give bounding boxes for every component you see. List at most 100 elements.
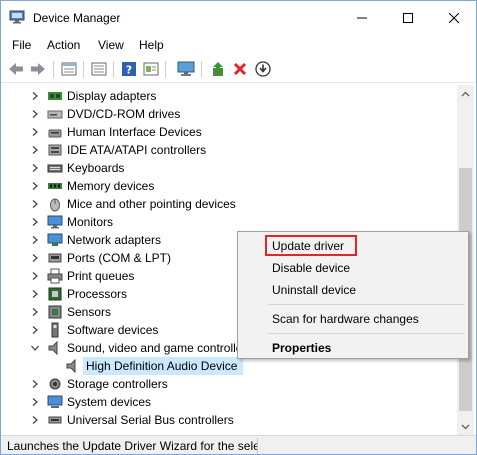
tree-item-high-definition-audio-device[interactable]: High Definition Audio Device	[1, 357, 457, 375]
toolbar-separator	[165, 61, 166, 78]
close-button[interactable]	[431, 1, 476, 34]
chevron-right-icon[interactable]	[30, 397, 40, 407]
chevron-right-icon[interactable]	[30, 307, 40, 317]
context-menu-scan-hardware[interactable]: Scan for hardware changes	[272, 312, 419, 326]
context-menu: Update driver Disable device Uninstall d…	[237, 231, 469, 359]
tree-item-system-devices[interactable]: System devices	[1, 393, 457, 411]
back-button[interactable]	[6, 59, 26, 79]
network-adapter-icon	[47, 233, 63, 246]
properties-sheet-icon	[61, 62, 77, 76]
tree-item-label: Human Interface Devices	[67, 125, 202, 139]
toolbar-separator	[53, 61, 54, 78]
chevron-right-icon[interactable]	[30, 163, 40, 173]
printer-icon	[47, 268, 63, 284]
speaker-icon	[48, 340, 58, 356]
chevron-right-icon[interactable]	[30, 199, 40, 209]
tree-item-mice[interactable]: Mice and other pointing devices	[1, 195, 457, 213]
tree-item-dvd-cd-rom-drives[interactable]: DVD/CD-ROM drives	[1, 105, 457, 123]
properties-sheet-button[interactable]	[59, 59, 79, 79]
sensor-icon	[48, 305, 62, 319]
chevron-right-icon[interactable]	[30, 253, 40, 263]
menu-file[interactable]: File	[12, 38, 31, 52]
chevron-right-icon[interactable]	[30, 181, 40, 191]
context-menu-uninstall-device[interactable]: Uninstall device	[272, 283, 356, 297]
context-menu-update-driver[interactable]: Update driver	[272, 239, 344, 253]
tree-item-label: Software devices	[67, 323, 159, 337]
tree-item-label: High Definition Audio Device	[86, 359, 238, 373]
device-manager-icon	[9, 10, 25, 24]
chevron-right-icon[interactable]	[30, 379, 40, 389]
memory-icon	[48, 183, 62, 189]
close-icon	[449, 12, 459, 23]
chevron-right-icon[interactable]	[30, 325, 40, 335]
processor-icon	[48, 287, 62, 301]
software-device-icon	[51, 322, 59, 338]
tree-item-label: Universal Serial Bus controllers	[67, 413, 234, 427]
chevron-right-icon[interactable]	[30, 289, 40, 299]
scroll-up-button[interactable]	[457, 85, 474, 102]
uninstall-icon	[233, 62, 247, 76]
status-separator	[257, 438, 258, 454]
toolbar: ?	[1, 56, 476, 83]
tree-item-ide-ata-atapi-controllers[interactable]: IDE ATA/ATAPI controllers	[1, 141, 457, 159]
console-button[interactable]	[89, 59, 109, 79]
chevron-down-icon	[461, 424, 470, 429]
status-bar: Launches the Update Driver Wizard for th…	[1, 435, 476, 454]
chevron-down-icon[interactable]	[30, 343, 40, 353]
tree-item-storage-controllers[interactable]: Storage controllers	[1, 375, 457, 393]
chevron-right-icon[interactable]	[30, 145, 40, 155]
context-menu-disable-device[interactable]: Disable device	[272, 261, 350, 275]
chevron-right-icon[interactable]	[30, 235, 40, 245]
tree-item-label: Processors	[67, 287, 128, 301]
chevron-right-icon[interactable]	[30, 415, 40, 425]
display-adapter-icon	[48, 92, 62, 100]
tree-item-human-interface-devices[interactable]: Human Interface Devices	[1, 123, 457, 141]
chevron-right-icon[interactable]	[30, 109, 40, 119]
chevron-up-icon	[461, 91, 470, 96]
menu-action[interactable]: Action	[47, 38, 80, 52]
status-text: Launches the Update Driver Wizard for th…	[7, 439, 257, 453]
chevron-right-icon[interactable]	[30, 271, 40, 281]
tree-item-label: Keyboards	[67, 161, 125, 175]
download-button[interactable]	[253, 59, 273, 79]
update-driver-button[interactable]	[208, 59, 228, 79]
chevron-right-icon[interactable]	[30, 127, 40, 137]
svg-text:?: ?	[126, 64, 132, 77]
keyboard-icon	[47, 164, 63, 173]
system-device-icon	[47, 395, 63, 408]
show-hidden-button[interactable]	[141, 59, 161, 79]
mouse-icon	[50, 198, 60, 212]
back-icon	[9, 63, 23, 75]
tree-item-display-adapters[interactable]: Display adapters	[1, 87, 457, 105]
toolbar-separator	[113, 61, 114, 78]
minimize-button[interactable]	[339, 1, 385, 34]
context-menu-properties[interactable]: Properties	[272, 341, 331, 355]
storage-controller-icon	[49, 378, 61, 390]
toolbar-separator	[201, 61, 202, 78]
tree-item-keyboards[interactable]: Keyboards	[1, 159, 457, 177]
tree-item-label: Display adapters	[67, 89, 157, 103]
tree-item-label: Network adapters	[67, 233, 162, 247]
monitor-scan-button[interactable]	[176, 59, 196, 79]
tree-item-label: Monitors	[67, 215, 114, 229]
monitor-icon	[47, 215, 63, 229]
maximize-button[interactable]	[385, 1, 431, 34]
scroll-down-button[interactable]	[457, 418, 474, 435]
tree-item-usb-controllers[interactable]: Universal Serial Bus controllers	[1, 411, 457, 429]
tree-item-memory-devices[interactable]: Memory devices	[1, 177, 457, 195]
uninstall-button[interactable]	[230, 59, 250, 79]
tree-item-monitors[interactable]: Monitors	[1, 213, 457, 231]
monitor-scan-icon	[177, 61, 195, 76]
menu-view[interactable]: View	[98, 38, 124, 52]
device-manager-window: Device Manager File Action View Help ? D…	[0, 0, 477, 455]
forward-button[interactable]	[28, 59, 48, 79]
chevron-right-icon[interactable]	[30, 91, 40, 101]
minimize-icon	[357, 17, 367, 18]
tree-item-label: Sensors	[67, 305, 112, 319]
maximize-icon	[403, 12, 413, 23]
chevron-right-icon[interactable]	[30, 217, 40, 227]
help-button[interactable]: ?	[119, 59, 139, 79]
menu-help[interactable]: Help	[139, 38, 164, 52]
tree-item-label: Print queues	[67, 269, 135, 283]
tree-item-label: Memory devices	[67, 179, 155, 193]
